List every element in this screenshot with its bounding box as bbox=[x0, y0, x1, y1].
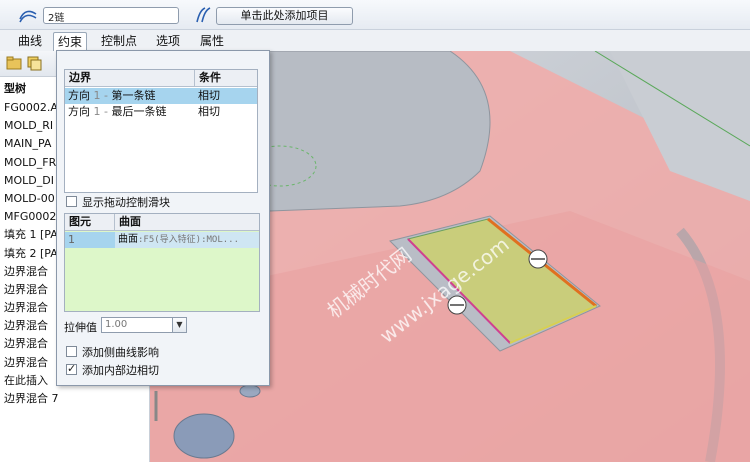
column-header-boundary: 边界 bbox=[65, 70, 195, 87]
table-row[interactable]: 方向 1 - 最后一条链 相切 bbox=[65, 104, 257, 120]
chain-collector-field[interactable]: 2链 bbox=[43, 7, 179, 24]
surface-reference-table: 图元 曲面 1 曲面:F5(导入特征):MOL... bbox=[64, 213, 260, 312]
table-row[interactable]: 方向 1 - 第一条链 相切 bbox=[65, 88, 257, 104]
add-side-curve-checkbox[interactable] bbox=[66, 346, 77, 357]
column-header-element: 图元 bbox=[65, 214, 115, 231]
tab-constraints[interactable]: 约束 bbox=[53, 32, 88, 51]
add-inner-edge-tangent-label: 添加内部边相切 bbox=[82, 364, 159, 377]
condition-cell[interactable]: 相切 bbox=[195, 88, 257, 104]
constraints-panel: 边界 条件 方向 1 - 第一条链 相切 方向 1 - 最后一条链 相切 显示拖… bbox=[56, 50, 270, 386]
folder-icon[interactable] bbox=[6, 55, 22, 71]
stretch-value-label: 拉伸值 bbox=[64, 321, 97, 334]
tree-item[interactable]: 边界混合 7 bbox=[0, 390, 149, 408]
boundary-condition-table: 边界 条件 方向 1 - 第一条链 相切 方向 1 - 最后一条链 相切 bbox=[64, 69, 258, 193]
chevron-down-icon[interactable]: ▼ bbox=[172, 318, 186, 332]
add-side-curve-label: 添加侧曲线影响 bbox=[82, 346, 159, 359]
boundary-blend-icon[interactable] bbox=[18, 6, 38, 24]
surface-cell[interactable]: 曲面:F5(导入特征):MOL... bbox=[115, 232, 259, 248]
element-id-cell: 1 bbox=[65, 232, 115, 248]
tab-properties[interactable]: 属性 bbox=[196, 32, 228, 51]
show-drag-slider-label: 显示拖动控制滑块 bbox=[82, 196, 170, 209]
table-row[interactable]: 1 曲面:F5(导入特征):MOL... bbox=[65, 232, 259, 248]
boundary-cell: 方向 1 - 最后一条链 bbox=[68, 105, 167, 118]
dashboard-tabs: 曲线 约束 控制点 选项 属性 bbox=[0, 30, 750, 51]
column-header-surface: 曲面 bbox=[115, 214, 259, 231]
tab-control-points[interactable]: 控制点 bbox=[97, 32, 141, 51]
toolbar: 2链 单击此处添加项目 bbox=[0, 0, 750, 30]
layer-icon[interactable] bbox=[26, 55, 42, 71]
show-drag-slider-checkbox[interactable] bbox=[66, 196, 77, 207]
add-inner-edge-tangent-checkbox[interactable] bbox=[66, 362, 77, 375]
boundary-cell: 方向 1 - 第一条链 bbox=[68, 89, 156, 102]
second-direction-icon[interactable] bbox=[193, 6, 213, 24]
tab-options[interactable]: 选项 bbox=[152, 32, 184, 51]
tab-curves[interactable]: 曲线 bbox=[14, 32, 46, 51]
condition-cell[interactable]: 相切 bbox=[195, 104, 257, 120]
add-item-button[interactable]: 单击此处添加项目 bbox=[216, 7, 353, 25]
column-header-condition: 条件 bbox=[195, 70, 257, 87]
stretch-value-input[interactable]: 1.00 ▼ bbox=[101, 317, 187, 333]
